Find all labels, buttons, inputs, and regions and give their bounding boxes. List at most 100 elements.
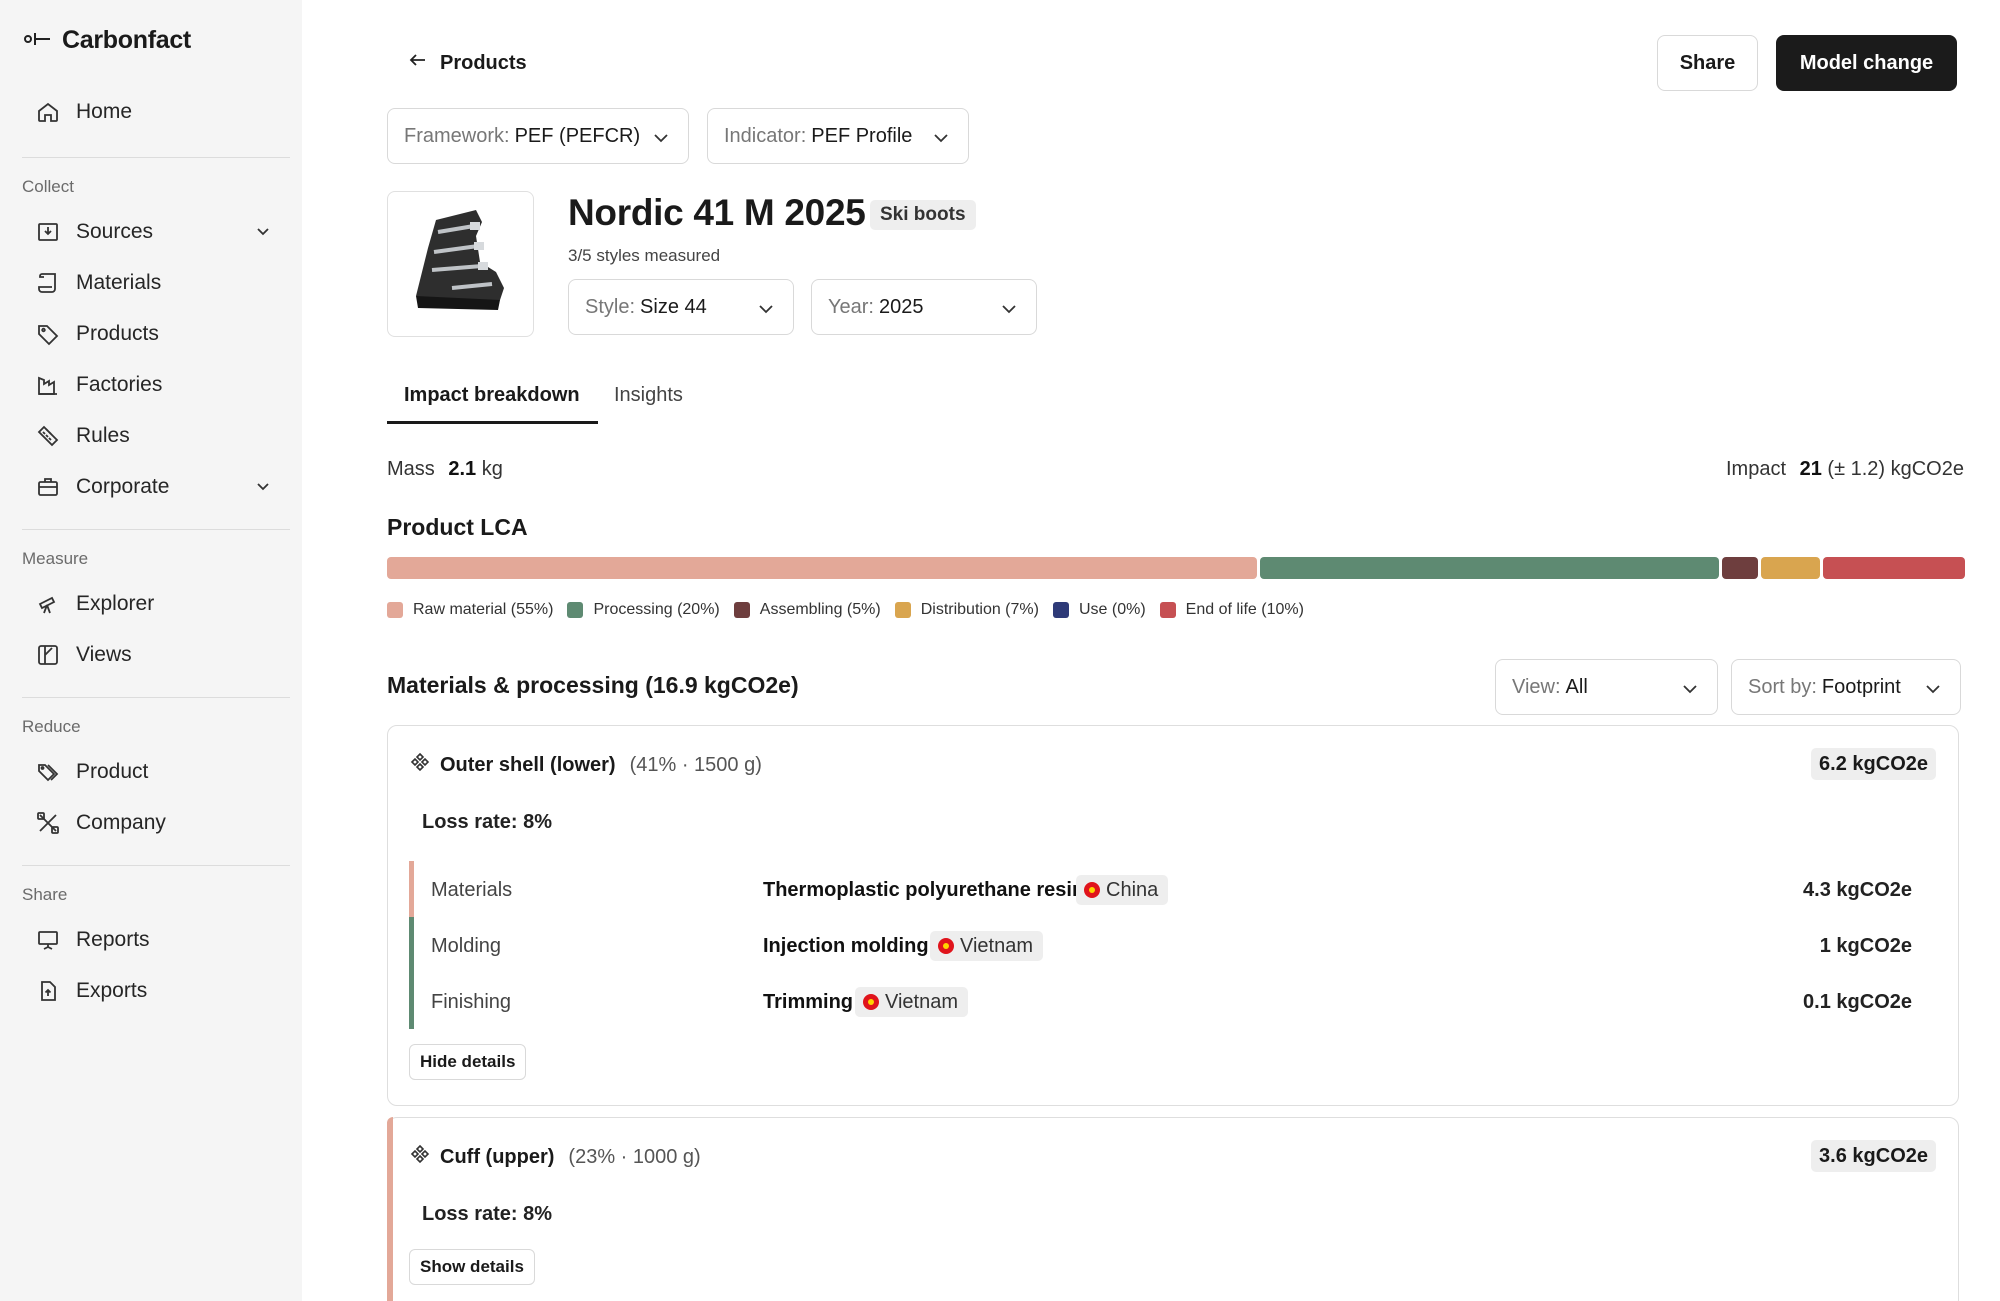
tab-insights[interactable]: Insights — [614, 384, 683, 407]
impact-uncertainty: (± 1.2) kgCO2e — [1827, 458, 1964, 480]
sidebar-item-label: Rules — [76, 424, 130, 447]
legend-label: Distribution (7%) — [920, 601, 1039, 618]
sidebar: Carbonfact Home Collect Sources Material… — [0, 0, 302, 1301]
indicator-select-label: Indicator: — [724, 124, 807, 147]
sidebar-divider — [22, 157, 290, 158]
legend-label: Assembling (5%) — [759, 601, 881, 618]
sidebar-item-explorer[interactable]: Explorer — [22, 582, 290, 626]
app-logo[interactable]: Carbonfact — [24, 26, 191, 55]
product-lca-title: Product LCA — [387, 514, 528, 540]
year-select[interactable]: Year: 2025 — [811, 279, 1037, 335]
style-select[interactable]: Style: Size 44 — [568, 279, 794, 335]
lca-segment[interactable] — [387, 557, 1257, 579]
carbonfact-logo-icon — [24, 29, 52, 52]
legend-swatch — [894, 602, 911, 618]
style-select-value: Size 44 — [640, 295, 707, 318]
detail-process: Injection molding — [763, 935, 929, 957]
indicator-select[interactable]: Indicator: PEF Profile — [707, 108, 969, 164]
tools-icon — [34, 809, 62, 837]
detail-value: 0.1 kgCO2e — [1803, 991, 1912, 1013]
legend-swatch — [1052, 602, 1069, 618]
legend-item: Distribution (7%) — [894, 601, 1039, 619]
lca-segment[interactable] — [1721, 557, 1759, 579]
mass-value: 2.1 — [448, 458, 477, 480]
chevron-down-icon — [757, 300, 775, 324]
component-header[interactable]: Cuff (upper) (23% · 1000 g) — [410, 1144, 701, 1170]
legend-label: End of life (10%) — [1185, 601, 1304, 618]
sidebar-item-views[interactable]: Views — [22, 633, 290, 677]
chevron-down-icon — [652, 129, 670, 153]
sidebar-item-corporate[interactable]: Corporate — [22, 465, 290, 509]
detail-value: 4.3 kgCO2e — [1803, 879, 1912, 901]
scroll-icon — [34, 269, 62, 297]
component-total-badge: 6.2 kgCO2e — [1811, 748, 1936, 780]
sort-select-label: Sort by: — [1748, 675, 1817, 698]
chevron-down-icon — [932, 129, 950, 153]
sidebar-group-share: Share — [22, 885, 68, 904]
share-button[interactable]: Share — [1657, 35, 1758, 91]
sidebar-item-label: Reports — [76, 928, 150, 951]
sidebar-item-label: Exports — [76, 979, 148, 1002]
legend-label: Processing (20%) — [593, 601, 720, 618]
tab-impact-breakdown[interactable]: Impact breakdown — [404, 384, 580, 407]
materials-processing-title: Materials & processing (16.9 kgCO2e) — [387, 672, 799, 698]
sort-select[interactable]: Sort by: Footprint — [1731, 659, 1961, 715]
sidebar-item-exports[interactable]: Exports — [22, 969, 290, 1013]
impact-label: Impact — [1726, 458, 1787, 480]
show-details-button[interactable]: Show details — [409, 1249, 535, 1285]
year-select-value: 2025 — [878, 295, 924, 318]
sidebar-group-collect: Collect — [22, 177, 74, 196]
sidebar-item-sources[interactable]: Sources — [22, 210, 290, 254]
detail-row-molding: Molding Injection molding Vietnam 1 kgCO… — [409, 917, 1934, 973]
component-header[interactable]: Outer shell (lower) (41% · 1500 g) — [410, 752, 762, 778]
sidebar-item-reports[interactable]: Reports — [22, 918, 290, 962]
product-category-badge: Ski boots — [870, 200, 976, 230]
sidebar-item-rules[interactable]: Rules — [22, 414, 290, 458]
file-export-icon — [34, 977, 62, 1005]
back-link-products[interactable]: Products — [408, 50, 527, 76]
chevron-down-icon — [1681, 680, 1699, 704]
chevron-down-icon — [1924, 680, 1942, 704]
sidebar-item-factories[interactable]: Factories — [22, 363, 290, 407]
model-change-button[interactable]: Model change — [1776, 35, 1957, 91]
sidebar-item-company[interactable]: Company — [22, 801, 290, 845]
legend-swatch — [387, 602, 403, 618]
lca-segment[interactable] — [1260, 557, 1719, 579]
sidebar-item-product[interactable]: Product — [22, 750, 290, 794]
presentation-icon — [34, 926, 62, 954]
phase-color-bar — [409, 917, 414, 973]
legend-label: Raw material (55%) — [413, 601, 554, 618]
sidebar-divider — [22, 697, 290, 698]
app-name: Carbonfact — [62, 26, 191, 54]
lca-segment[interactable] — [1822, 557, 1965, 579]
chevron-down-icon[interactable] — [254, 222, 272, 246]
component-total-badge: 3.6 kgCO2e — [1811, 1140, 1936, 1172]
legend-item: Processing (20%) — [567, 601, 720, 619]
sidebar-item-products[interactable]: Products — [22, 312, 290, 356]
sidebar-divider — [22, 865, 290, 866]
sidebar-group-measure: Measure — [22, 549, 89, 568]
legend-item: Raw material (55%) — [387, 601, 553, 619]
sidebar-item-label: Corporate — [76, 475, 170, 498]
factory-icon — [34, 371, 62, 399]
mass-label: Mass — [387, 458, 435, 480]
view-select-value: All — [1565, 675, 1588, 698]
mass-summary: Mass 2.1 kg — [387, 458, 503, 481]
sidebar-item-home[interactable]: Home — [22, 90, 290, 134]
country-badge: Vietnam — [930, 931, 1044, 961]
sidebar-item-materials[interactable]: Materials — [22, 261, 290, 305]
product-image — [387, 191, 534, 337]
home-icon — [34, 98, 62, 126]
country-name: China — [1106, 878, 1159, 901]
sidebar-item-label: Sources — [76, 220, 154, 243]
chevron-down-icon[interactable] — [254, 477, 272, 501]
china-flag-icon — [1084, 882, 1100, 898]
year-select-label: Year: — [828, 295, 874, 318]
hide-details-button[interactable]: Hide details — [409, 1044, 527, 1080]
detail-value: 1 kgCO2e — [1819, 935, 1912, 957]
view-select[interactable]: View: All — [1495, 659, 1718, 715]
lca-segment[interactable] — [1761, 557, 1820, 579]
tag-icon — [34, 320, 62, 348]
detail-phase: Molding — [431, 935, 502, 957]
framework-select[interactable]: Framework: PEF (PEFCR) — [387, 108, 689, 164]
